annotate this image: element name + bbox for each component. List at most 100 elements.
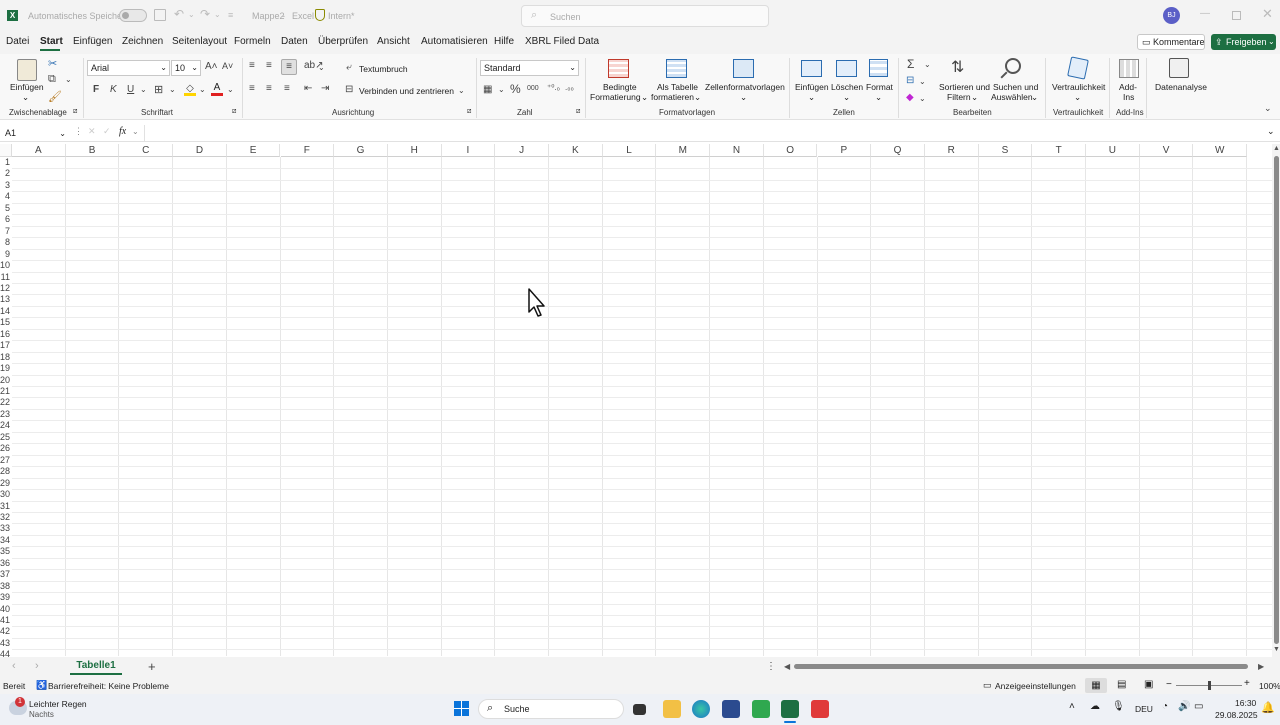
percent-icon[interactable]: % xyxy=(510,82,521,96)
magnifier-icon[interactable] xyxy=(1005,58,1021,74)
row-header-2[interactable]: 2 xyxy=(0,168,10,179)
vertical-scrollbar[interactable]: ▲ ▼ xyxy=(1272,144,1280,657)
file-explorer-icon[interactable] xyxy=(663,700,681,718)
scroll-right-icon[interactable]: ▶ xyxy=(1258,662,1264,671)
row-header-21[interactable]: 21 xyxy=(0,386,10,397)
font-launcher-icon[interactable]: ⧄ xyxy=(232,108,236,116)
row-header-9[interactable]: 9 xyxy=(0,249,10,260)
add-sheet-icon[interactable]: + xyxy=(148,659,156,674)
wrap-text-button[interactable]: Textumbruch xyxy=(359,64,408,74)
clear-icon[interactable]: ◆ xyxy=(906,92,914,103)
onedrive-icon[interactable]: ☁ xyxy=(1090,701,1100,712)
row-header-27[interactable]: 27 xyxy=(0,455,10,466)
redo-dropdown-icon[interactable]: ⌄ xyxy=(214,10,221,19)
row-header-37[interactable]: 37 xyxy=(0,569,10,580)
comments-button[interactable]: ▭ Kommentare xyxy=(1137,34,1205,50)
fill-color-icon[interactable]: ◇ xyxy=(184,84,196,96)
paste-button[interactable]: Einfügen xyxy=(10,82,44,92)
zoom-out-icon[interactable]: − xyxy=(1166,679,1172,690)
column-header-a[interactable]: A xyxy=(12,144,66,157)
row-header-34[interactable]: 34 xyxy=(0,535,10,546)
cut-icon[interactable]: ✂ xyxy=(48,57,57,70)
tab-seitenlayout[interactable]: Seitenlayout xyxy=(172,36,227,47)
avatar[interactable]: BJ xyxy=(1163,7,1180,24)
cell-styles-icon[interactable] xyxy=(733,59,754,78)
sensitivity-label[interactable]: Intern* xyxy=(328,11,355,21)
row-header-28[interactable]: 28 xyxy=(0,466,10,477)
orientation-dropdown-icon[interactable]: ⌄ xyxy=(318,63,325,72)
volume-icon[interactable]: 🔊 xyxy=(1178,701,1190,712)
battery-icon[interactable]: ▭ xyxy=(1194,701,1203,712)
row-header-7[interactable]: 7 xyxy=(0,226,10,237)
column-header-t[interactable]: T xyxy=(1032,144,1086,157)
font-color-icon[interactable]: A xyxy=(211,83,223,96)
row-header-29[interactable]: 29 xyxy=(0,478,10,489)
clock-time[interactable]: 16:30 xyxy=(1235,698,1256,708)
column-header-o[interactable]: O xyxy=(763,144,818,157)
insert-function-icon[interactable]: fx xyxy=(119,126,126,137)
insert-cells-button[interactable]: Einfügen xyxy=(795,82,829,92)
scroll-up-icon[interactable]: ▲ xyxy=(1273,145,1280,152)
row-header-25[interactable]: 25 xyxy=(0,432,10,443)
align-right-icon[interactable]: ≡ xyxy=(284,83,290,94)
chevron-down-icon[interactable]: ⌄ xyxy=(875,92,882,102)
camtasia-icon[interactable] xyxy=(752,700,770,718)
copy-dropdown-icon[interactable]: ⌄ xyxy=(65,75,72,84)
row-header-1[interactable]: 1 xyxy=(0,157,10,168)
row-header-15[interactable]: 15 xyxy=(0,317,10,328)
thousands-separator-icon[interactable]: 000 xyxy=(527,85,539,92)
store-icon[interactable] xyxy=(722,700,740,718)
number-format-select[interactable]: Standard ⌄ xyxy=(480,60,579,76)
accounting-dropdown-icon[interactable]: ⌄ xyxy=(498,85,505,94)
next-sheet-icon[interactable]: › xyxy=(35,660,39,672)
align-left-icon[interactable]: ≡ xyxy=(249,83,255,94)
clear-dropdown-icon[interactable]: ⌄ xyxy=(919,94,926,103)
clipboard-launcher-icon[interactable]: ⧄ xyxy=(73,108,77,116)
taskbar-search[interactable]: ⌕ Suche xyxy=(478,699,624,719)
show-hidden-icons-icon[interactable]: ˄ xyxy=(1069,701,1075,712)
customize-qat-icon[interactable]: ≡ xyxy=(228,10,233,20)
delete-cells-button[interactable]: Löschen xyxy=(831,82,863,92)
row-header-3[interactable]: 3 xyxy=(0,180,10,191)
data-analysis-icon[interactable] xyxy=(1169,58,1189,78)
format-as-table-button[interactable]: Als Tabelle xyxy=(657,82,698,92)
tab-formeln[interactable]: Formeln xyxy=(234,36,271,47)
conditional-formatting-button[interactable]: Bedingte xyxy=(603,82,637,92)
autosum-dropdown-icon[interactable]: ⌄ xyxy=(924,60,931,69)
column-header-j[interactable]: J xyxy=(495,144,549,157)
underline-button[interactable]: U xyxy=(127,84,134,95)
tab-einfuegen[interactable]: Einfügen xyxy=(73,36,112,47)
redo-icon[interactable]: ↷ xyxy=(200,7,210,21)
chevron-down-icon[interactable]: ⌄ xyxy=(1031,92,1038,102)
alignment-launcher-icon[interactable]: ⧄ xyxy=(467,108,471,116)
page-layout-view-icon[interactable]: ▤ xyxy=(1117,679,1126,690)
search-box[interactable]: ⌕ Suchen xyxy=(521,5,769,27)
tab-ansicht[interactable]: Ansicht xyxy=(377,36,410,47)
row-header-11[interactable]: 11 xyxy=(0,272,10,283)
row-header-14[interactable]: 14 xyxy=(0,306,10,317)
wifi-icon[interactable]: ◔ xyxy=(1162,701,1168,712)
display-settings-button[interactable]: Anzeigeeinstellungen xyxy=(995,681,1076,691)
autosum-icon[interactable]: Σ xyxy=(907,57,914,71)
column-header-k[interactable]: K xyxy=(549,144,603,157)
undo-icon[interactable]: ↶ xyxy=(174,7,184,21)
row-header-13[interactable]: 13 xyxy=(0,294,10,305)
row-header-20[interactable]: 20 xyxy=(0,375,10,386)
accessibility-icon[interactable]: ♿ xyxy=(36,680,47,691)
column-header-m[interactable]: M xyxy=(656,144,711,157)
chevron-down-icon[interactable]: ⌄ xyxy=(808,92,815,102)
cell-styles-button[interactable]: Zellenformatvorlagen xyxy=(705,82,785,92)
confirm-entry-icon[interactable]: ✓ xyxy=(103,126,111,137)
number-launcher-icon[interactable]: ⧄ xyxy=(576,108,580,116)
row-header-43[interactable]: 43 xyxy=(0,638,10,649)
font-size-select[interactable]: 10 ⌄ xyxy=(171,60,201,76)
data-analysis-button[interactable]: Datenanalyse xyxy=(1155,82,1207,92)
task-view-icon[interactable] xyxy=(633,704,646,715)
column-header-e[interactable]: E xyxy=(226,144,281,157)
font-color-dropdown-icon[interactable]: ⌄ xyxy=(227,85,234,94)
row-header-36[interactable]: 36 xyxy=(0,558,10,569)
italic-button[interactable]: K xyxy=(110,84,117,95)
increase-decimal-icon[interactable]: ⁺⁰.₀ xyxy=(547,83,560,92)
align-center-icon[interactable]: ≡ xyxy=(266,83,272,94)
tab-automatisieren[interactable]: Automatisieren xyxy=(421,36,488,47)
